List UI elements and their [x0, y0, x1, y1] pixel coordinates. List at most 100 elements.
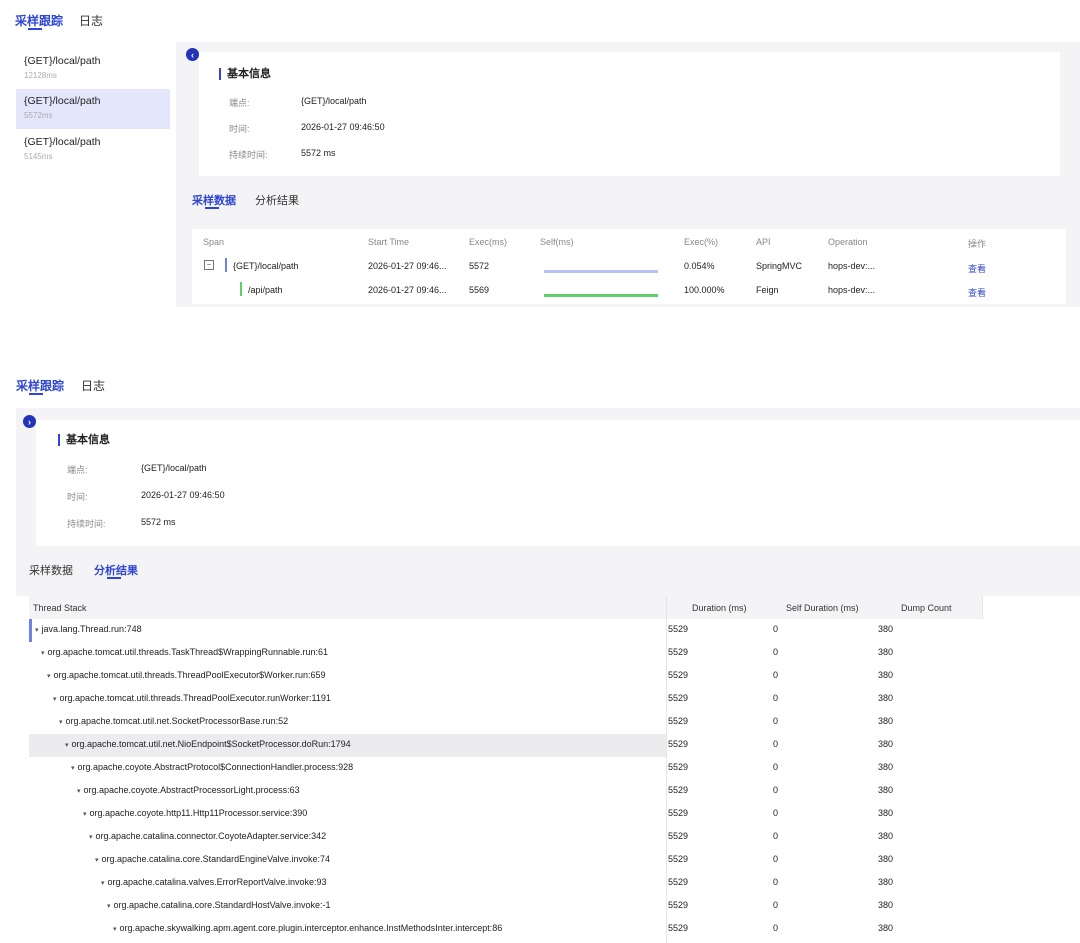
caret-down-icon[interactable]: ▾ [65, 742, 69, 749]
column-header: Span [203, 237, 225, 247]
stack-frame-name: ▾ org.apache.tomcat.util.net.SocketProces… [59, 716, 288, 726]
table-row[interactable]: ▾ org.apache.tomcat.util.net.SocketProces… [29, 711, 1080, 734]
table-row[interactable]: ▾ org.apache.coyote.AbstractProcessorLigh… [29, 780, 1080, 803]
table-row[interactable]: ▾ java.lang.Thread.run:748 5529 0 380 [29, 619, 1080, 642]
tab-active-indicator [28, 28, 42, 30]
duration-cell: 5529 [668, 624, 689, 634]
stack-frame-label: org.apache.tomcat.util.net.SocketProcess… [65, 716, 289, 726]
caret-down-icon[interactable]: ▾ [101, 880, 105, 887]
stack-frame-name: ▾ java.lang.Thread.run:748 [35, 624, 142, 634]
caret-down-icon[interactable]: ▾ [107, 903, 111, 910]
tab-sampling-trace[interactable]: 采样跟踪 [16, 377, 64, 394]
column-header: Self Duration (ms) [786, 603, 859, 613]
stack-frame-name: ▾ org.apache.skywalking.apm.agent.core.pl… [113, 923, 502, 933]
table-row[interactable]: ▾ org.apache.catalina.valves.ErrorReportV… [29, 872, 1080, 895]
self-duration-cell: 0 [773, 670, 779, 680]
table-row[interactable]: ▾ org.apache.skywalking.apm.agent.core.pl… [29, 918, 1080, 941]
table-row[interactable]: ▾ org.apache.catalina.connector.CoyoteAda… [29, 826, 1080, 849]
basic-info-card: 基本信息 端点: {GET}/local/path 时间: 2026-01-27… [36, 420, 1080, 546]
tab-active-indicator [107, 577, 121, 579]
expand-sidebar-button[interactable]: › [23, 415, 36, 428]
self-bar-fill [544, 294, 658, 297]
column-header: Self(ms) [540, 237, 574, 247]
column-header: Thread Stack [33, 603, 87, 613]
self-duration-cell: 0 [773, 923, 779, 933]
duration-cell: 5529 [668, 693, 689, 703]
dump-count-cell: 380 [878, 693, 894, 703]
endpoint-label: 端点: [67, 465, 88, 475]
start-time: 2026-01-27 09:46... [368, 285, 447, 295]
tab-sampling-data[interactable]: 采样数据 [29, 562, 73, 578]
view-link[interactable]: 查看 [968, 286, 986, 299]
collapse-node-icon[interactable]: − [204, 260, 214, 270]
stack-frame-label: org.apache.skywalking.apm.agent.core.plu… [119, 923, 503, 933]
caret-down-icon[interactable]: ▾ [95, 857, 99, 864]
dump-count-cell: 380 [878, 877, 894, 887]
stack-frame-label: org.apache.tomcat.util.threads.ThreadPoo… [59, 693, 331, 703]
column-divider [982, 596, 983, 619]
caret-down-icon[interactable]: ▾ [113, 926, 117, 933]
api-name: SpringMVC [756, 261, 803, 271]
table-row[interactable]: ▾ org.apache.catalina.core.StandardHostVa… [29, 895, 1080, 918]
table-row[interactable]: ▾ org.apache.coyote.AbstractProtocol$Conn… [29, 757, 1080, 780]
caret-down-icon[interactable]: ▾ [53, 696, 57, 703]
caret-down-icon[interactable]: ▾ [77, 788, 81, 795]
tab-sampling-data[interactable]: 采样数据 [192, 192, 236, 208]
stack-frame-label: org.apache.catalina.core.StandardHostVal… [113, 900, 331, 910]
column-header: Exec(ms) [469, 237, 507, 247]
dump-count-cell: 380 [878, 831, 894, 841]
caret-down-icon[interactable]: ▾ [83, 811, 87, 818]
dump-count-cell: 380 [878, 808, 894, 818]
caret-down-icon[interactable]: ▾ [71, 765, 75, 772]
duration-value: 5572 ms [301, 148, 336, 158]
api-name: Feign [756, 285, 779, 295]
exec-ms: 5572 [469, 261, 490, 271]
caret-down-icon[interactable]: ▾ [35, 627, 39, 634]
view-link[interactable]: 查看 [968, 262, 986, 275]
table-row[interactable]: ▾ org.apache.tomcat.util.net.NioEndpoint$… [29, 734, 1080, 757]
collapse-sidebar-button[interactable]: ‹ [186, 48, 199, 61]
endpoint-label: 端点: [229, 98, 250, 108]
list-item[interactable]: {GET}/local/path 5145ms [16, 130, 170, 170]
tab-analysis-result[interactable]: 分析结果 [255, 192, 299, 208]
duration-cell: 5529 [668, 923, 689, 933]
tab-analysis-result[interactable]: 分析结果 [94, 562, 138, 578]
list-item[interactable]: {GET}/local/path 12128ms [16, 49, 170, 89]
self-duration-cell: 0 [773, 693, 779, 703]
dump-count-cell: 380 [878, 762, 894, 772]
stack-frame-label: org.apache.coyote.AbstractProtocol$Conne… [77, 762, 354, 772]
self-duration-cell: 0 [773, 900, 779, 910]
operation-name: hops-dev:... [828, 285, 876, 295]
self-duration-cell: 0 [773, 739, 779, 749]
dump-count-cell: 380 [878, 785, 894, 795]
table-row[interactable]: ▾ org.apache.tomcat.util.threads.ThreadPo… [29, 688, 1080, 711]
stack-frame-name: ▾ org.apache.catalina.core.StandardHostVa… [107, 900, 330, 910]
span-level-marker [240, 282, 242, 296]
list-item-selected[interactable]: {GET}/local/path 5572ms [16, 89, 170, 129]
stack-frame-label: org.apache.coyote.http11.Http11Processor… [89, 808, 308, 818]
dump-count-cell: 380 [878, 900, 894, 910]
time-label: 时间: [229, 124, 250, 134]
dump-count-cell: 380 [878, 716, 894, 726]
caret-down-icon[interactable]: ▾ [41, 650, 45, 657]
caret-down-icon[interactable]: ▾ [59, 719, 63, 726]
self-duration-cell: 0 [773, 854, 779, 864]
caret-down-icon[interactable]: ▾ [47, 673, 51, 680]
tab-log[interactable]: 日志 [81, 377, 105, 394]
table-row[interactable]: ▾ org.apache.coyote.http11.Http11Processo… [29, 803, 1080, 826]
stack-frame-name: ▾ org.apache.catalina.connector.CoyoteAda… [89, 831, 326, 841]
tab-log[interactable]: 日志 [79, 12, 103, 29]
column-header: Start Time [368, 237, 410, 247]
table-row[interactable]: ▾ org.apache.tomcat.util.threads.TaskThre… [29, 642, 1080, 665]
endpoint-value: {GET}/local/path [301, 96, 367, 106]
self-bar [544, 270, 658, 273]
dump-count-cell: 380 [878, 854, 894, 864]
table-row[interactable]: ▾ org.apache.catalina.core.StandardEngine… [29, 849, 1080, 872]
duration-value: 5572 ms [141, 517, 176, 527]
caret-down-icon[interactable]: ▾ [89, 834, 93, 841]
duration-cell: 5529 [668, 670, 689, 680]
dump-count-cell: 380 [878, 647, 894, 657]
self-duration-cell: 0 [773, 877, 779, 887]
tab-sampling-trace[interactable]: 采样跟踪 [15, 12, 63, 29]
table-row[interactable]: ▾ org.apache.tomcat.util.threads.ThreadPo… [29, 665, 1080, 688]
